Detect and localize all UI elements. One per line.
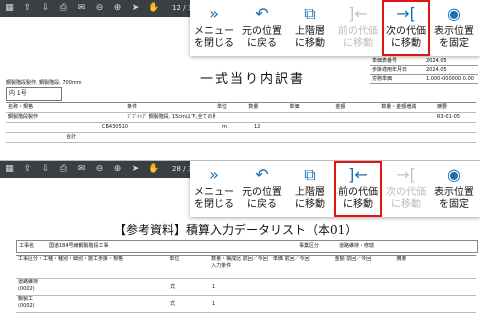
bottom-viewer: ▦ ⇪ ⇩ ⎙ ✉ ⊖ ⊕ ➤ ✋ 28 / 30 » メニュー を閉じる ↶ … [0,160,480,321]
top-viewer: ▦ ⇪ ⇩ ⎙ ✉ ⊖ ⊕ ➤ ✋ 12 / 30 » メニュー を閉じる ↶ … [0,0,480,160]
return-icon: ↶ [255,4,269,23]
next-price-button[interactable]: →[ 次の代価 に移動 [382,0,430,56]
print-icon[interactable]: ⎙ [58,164,69,175]
nav-toolbar: » メニュー を閉じる ↶ 元の位置 に戻る ⧉ 上階層 に移動 ]← 前の代価… [190,0,480,56]
prev-ref-icon: ]← [348,4,368,23]
page-title: 【参考資料】積算入力データリスト（本01） [114,223,358,237]
download-icon[interactable]: ⇩ [40,164,51,175]
pin-view-button[interactable]: ◉ 表示位置 を固定 [430,161,478,217]
cursor-icon[interactable]: ➤ [130,3,141,14]
table-row: 鋼製階段製作 ﾌﾞﾌﾞﾄｯﾌﾟ 鋼製階段, 15cm以下,全ての費用 R3-01… [6,113,476,123]
parent-level-button[interactable]: ⧉ 上階層 に移動 [286,0,334,56]
prev-ref-icon: ]← [348,165,368,184]
next-price-button[interactable]: →[ 次の代価 に移動 [382,161,430,217]
doc-box: 内 1号 [6,87,62,101]
table-row: 道路維持 (0002) 式 1 [16,279,476,296]
upload-icon[interactable]: ⇪ [22,164,33,175]
chevrons-right-icon: » [209,4,219,23]
hand-icon[interactable]: ✋ [148,3,159,14]
upload-icon[interactable]: ⇪ [22,3,33,14]
download-icon[interactable]: ⇩ [40,3,51,14]
table-header: 工事区分・工種・種別・細別・施工歩掛・規格 単位 数量・構成比 前回／今回 入力… [16,256,476,279]
nav-toolbar: » メニュー を閉じる ↶ 元の位置 に戻る ⧉ 上階層 に移動 ]← 前の代価… [190,161,480,217]
pin-view-icon: ◉ [447,165,461,184]
close-menu-button[interactable]: » メニュー を閉じる [190,0,238,56]
prev-price-button[interactable]: ]← 前の代価 に移動 [334,161,382,217]
doc-subtitle: 鋼製階段製作, 鋼製階段, 700mm [6,80,82,86]
table-row: 鋼製工 (0002) 式 1 [16,296,476,313]
next-ref-icon: →[ [396,4,416,23]
pin-view-button[interactable]: ◉ 表示位置 を固定 [430,0,478,56]
cursor-icon[interactable]: ➤ [130,164,141,175]
hand-icon[interactable]: ✋ [148,164,159,175]
zoom-in-icon[interactable]: ⊕ [112,164,123,175]
table-row: CB430510 m 12 [6,123,476,133]
pin-view-icon: ◉ [447,4,461,23]
project-info: 工事名 国道184号線鋼製階段工事 事業区分 道路維持・修繕 [16,240,478,253]
zoom-in-icon[interactable]: ⊕ [112,3,123,14]
cost-table: 名称・規格 条件 単位 数量 単価 金額 数量・金額増減 摘要 鋼製階段製作 ﾌ… [6,102,476,143]
return-icon: ↶ [255,165,269,184]
zoom-out-icon[interactable]: ⊖ [94,3,105,14]
close-menu-button[interactable]: » メニュー を閉じる [190,161,238,217]
meta-table: 単価表番号 2024.05 歩掛適用年月日 2024.05 労務単価 1.000-00… [370,57,478,84]
mail-icon[interactable]: ✉ [76,3,87,14]
return-position-button[interactable]: ↶ 元の位置 に戻る [238,0,286,56]
return-position-button[interactable]: ↶ 元の位置 に戻る [238,161,286,217]
zoom-out-icon[interactable]: ⊖ [94,164,105,175]
next-ref-icon: →[ [396,165,416,184]
hierarchy-up-icon: ⧉ [304,4,316,23]
pdf-toolbar: ▦ ⇪ ⇩ ⎙ ✉ ⊖ ⊕ ➤ ✋ 12 / 30 [0,0,212,17]
table-header: 名称・規格 条件 単位 数量 単価 金額 数量・金額増減 摘要 [6,103,476,113]
print-icon[interactable]: ⎙ [58,3,69,14]
pdf-toolbar: ▦ ⇪ ⇩ ⎙ ✉ ⊖ ⊕ ➤ ✋ 28 / 30 [0,161,212,178]
parent-level-button[interactable]: ⧉ 上階層 に移動 [286,161,334,217]
chevrons-right-icon: » [209,165,219,184]
grid-icon[interactable]: ▦ [4,164,15,175]
hierarchy-up-icon: ⧉ [304,165,316,184]
table-row: 合計 [6,133,476,143]
page-title: 一式当り内訳書 [200,72,306,87]
input-data-table: 工事区分・工種・種別・細別・施工歩掛・規格 単位 数量・構成比 前回／今回 入力… [16,255,476,313]
mail-icon[interactable]: ✉ [76,164,87,175]
grid-icon[interactable]: ▦ [4,3,15,14]
prev-price-button[interactable]: ]← 前の代価 に移動 [334,0,382,56]
